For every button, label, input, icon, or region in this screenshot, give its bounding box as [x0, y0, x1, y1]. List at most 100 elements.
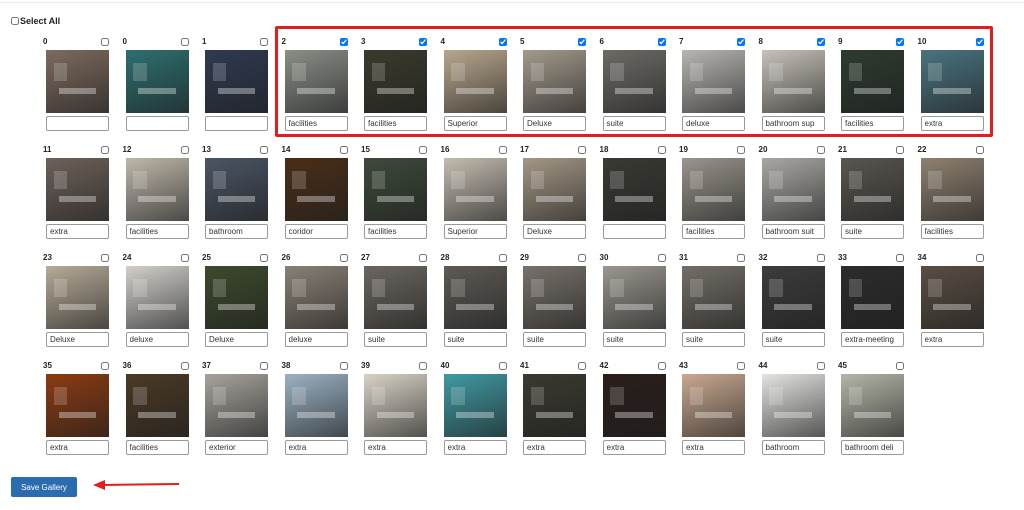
image-select-checkbox[interactable] — [260, 362, 268, 370]
caption-input[interactable] — [364, 440, 427, 455]
image-select-checkbox[interactable] — [816, 146, 825, 154]
image-select-checkbox[interactable] — [896, 38, 904, 46]
image-select-checkbox[interactable] — [498, 146, 507, 154]
image-thumbnail[interactable] — [682, 266, 745, 329]
image-thumbnail[interactable] — [841, 50, 904, 113]
image-select-checkbox[interactable] — [339, 38, 348, 46]
image-thumbnail[interactable] — [841, 374, 904, 437]
image-thumbnail[interactable] — [284, 50, 348, 113]
image-thumbnail[interactable] — [602, 158, 666, 221]
image-select-checkbox[interactable] — [975, 38, 984, 46]
caption-input[interactable] — [364, 116, 427, 131]
image-select-checkbox[interactable] — [101, 254, 109, 262]
image-thumbnail[interactable] — [284, 158, 348, 221]
image-thumbnail[interactable] — [443, 374, 507, 437]
caption-input[interactable] — [46, 440, 109, 455]
image-select-checkbox[interactable] — [975, 146, 984, 154]
image-select-checkbox[interactable] — [260, 146, 268, 154]
image-select-checkbox[interactable] — [975, 254, 984, 262]
caption-input[interactable] — [46, 116, 109, 131]
image-thumbnail[interactable] — [841, 266, 904, 329]
image-thumbnail[interactable] — [364, 374, 427, 437]
image-select-checkbox[interactable] — [737, 38, 745, 46]
image-thumbnail[interactable] — [284, 266, 348, 329]
image-select-checkbox[interactable] — [498, 38, 507, 46]
image-select-checkbox[interactable] — [339, 254, 348, 262]
caption-input[interactable] — [841, 440, 904, 455]
caption-input[interactable] — [761, 332, 825, 347]
caption-input[interactable] — [46, 224, 109, 239]
caption-input[interactable] — [602, 224, 666, 239]
caption-input[interactable] — [443, 332, 507, 347]
image-thumbnail[interactable] — [205, 266, 268, 329]
caption-input[interactable] — [125, 116, 189, 131]
caption-input[interactable] — [602, 116, 666, 131]
image-thumbnail[interactable] — [602, 50, 666, 113]
image-select-checkbox[interactable] — [101, 38, 109, 46]
image-select-checkbox[interactable] — [657, 38, 666, 46]
image-select-checkbox[interactable] — [816, 362, 825, 370]
image-select-checkbox[interactable] — [339, 146, 348, 154]
caption-input[interactable] — [443, 440, 507, 455]
image-select-checkbox[interactable] — [498, 254, 507, 262]
image-thumbnail[interactable] — [682, 158, 745, 221]
image-thumbnail[interactable] — [761, 374, 825, 437]
image-thumbnail[interactable] — [920, 50, 984, 113]
image-select-checkbox[interactable] — [657, 146, 666, 154]
image-select-checkbox[interactable] — [260, 254, 268, 262]
image-select-checkbox[interactable] — [578, 362, 586, 370]
caption-input[interactable] — [284, 224, 348, 239]
caption-input[interactable] — [284, 332, 348, 347]
image-select-checkbox[interactable] — [896, 146, 904, 154]
image-thumbnail[interactable] — [443, 266, 507, 329]
caption-input[interactable] — [284, 116, 348, 131]
caption-input[interactable] — [443, 116, 507, 131]
caption-input[interactable] — [523, 116, 586, 131]
caption-input[interactable] — [602, 332, 666, 347]
image-thumbnail[interactable] — [46, 266, 109, 329]
caption-input[interactable] — [682, 116, 745, 131]
image-thumbnail[interactable] — [46, 50, 109, 113]
image-select-checkbox[interactable] — [260, 38, 268, 46]
image-thumbnail[interactable] — [761, 158, 825, 221]
caption-input[interactable] — [602, 440, 666, 455]
image-thumbnail[interactable] — [205, 50, 268, 113]
select-all-checkbox[interactable] — [11, 17, 19, 25]
image-select-checkbox[interactable] — [816, 254, 825, 262]
caption-input[interactable] — [364, 224, 427, 239]
caption-input[interactable] — [920, 332, 984, 347]
caption-input[interactable] — [443, 224, 507, 239]
image-thumbnail[interactable] — [284, 374, 348, 437]
caption-input[interactable] — [205, 440, 268, 455]
caption-input[interactable] — [364, 332, 427, 347]
image-thumbnail[interactable] — [682, 374, 745, 437]
caption-input[interactable] — [920, 224, 984, 239]
image-select-checkbox[interactable] — [180, 362, 189, 370]
caption-input[interactable] — [682, 332, 745, 347]
image-select-checkbox[interactable] — [339, 362, 348, 370]
caption-input[interactable] — [205, 224, 268, 239]
image-thumbnail[interactable] — [602, 374, 666, 437]
image-thumbnail[interactable] — [443, 50, 507, 113]
image-thumbnail[interactable] — [46, 158, 109, 221]
image-thumbnail[interactable] — [920, 158, 984, 221]
image-thumbnail[interactable] — [125, 266, 189, 329]
caption-input[interactable] — [523, 224, 586, 239]
select-all[interactable]: Select All — [11, 16, 60, 26]
image-select-checkbox[interactable] — [896, 254, 904, 262]
caption-input[interactable] — [841, 224, 904, 239]
image-thumbnail[interactable] — [364, 50, 427, 113]
image-thumbnail[interactable] — [920, 266, 984, 329]
image-select-checkbox[interactable] — [578, 146, 586, 154]
image-thumbnail[interactable] — [364, 266, 427, 329]
caption-input[interactable] — [125, 440, 189, 455]
image-thumbnail[interactable] — [841, 158, 904, 221]
image-select-checkbox[interactable] — [180, 146, 189, 154]
caption-input[interactable] — [205, 116, 268, 131]
caption-input[interactable] — [682, 440, 745, 455]
image-thumbnail[interactable] — [46, 374, 109, 437]
image-thumbnail[interactable] — [205, 374, 268, 437]
image-select-checkbox[interactable] — [419, 38, 427, 46]
caption-input[interactable] — [761, 440, 825, 455]
caption-input[interactable] — [523, 332, 586, 347]
